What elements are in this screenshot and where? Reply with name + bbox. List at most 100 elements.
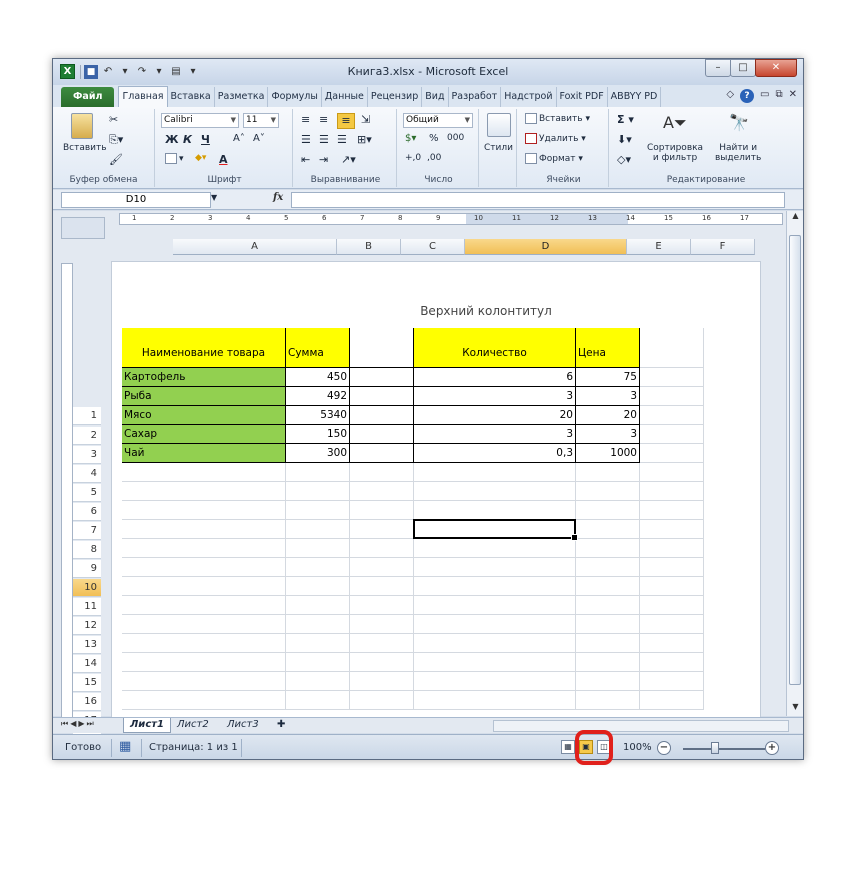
empty-cell[interactable]	[286, 558, 350, 577]
empty-cell[interactable]	[576, 577, 640, 596]
delete-cells-button[interactable]: Удалить ▾	[525, 133, 586, 144]
shrink-font-button[interactable]: A˅	[253, 133, 265, 144]
empty-cell[interactable]	[640, 691, 704, 710]
empty-cell[interactable]	[576, 653, 640, 672]
scroll-down-icon[interactable]: ▼	[787, 702, 803, 716]
empty-cell[interactable]	[640, 558, 704, 577]
align-center-icon[interactable]: ☰	[319, 133, 329, 146]
empty-cell[interactable]	[350, 482, 414, 501]
grow-font-button[interactable]: A˄	[233, 133, 245, 144]
table-cell[interactable]	[640, 425, 704, 444]
align-left-icon[interactable]: ☰	[301, 133, 311, 146]
merge-center-icon[interactable]: ⊞▾	[357, 133, 372, 146]
column-header-b[interactable]: B	[337, 239, 401, 255]
empty-cell[interactable]	[640, 463, 704, 482]
fill-color-button[interactable]: ◆▾	[195, 153, 206, 163]
table-cell[interactable]: 3	[414, 425, 576, 444]
sheet-tab-2[interactable]: Лист2	[171, 718, 215, 733]
empty-cell[interactable]	[350, 672, 414, 691]
row-header[interactable]: 6	[73, 503, 101, 521]
table-cell[interactable]	[350, 444, 414, 463]
tab-developer[interactable]: Разработ	[449, 87, 502, 107]
styles-button[interactable]: Стили	[484, 143, 513, 153]
increase-indent-icon[interactable]: ⇥	[319, 153, 328, 166]
normal-view-icon[interactable]: ▦	[561, 740, 575, 754]
empty-cell[interactable]	[122, 520, 286, 539]
table-header-cell[interactable]	[640, 328, 704, 368]
table-cell[interactable]: Рыба	[122, 387, 286, 406]
column-header-d[interactable]: D	[465, 239, 627, 255]
column-header-a[interactable]: A	[173, 239, 337, 255]
currency-icon[interactable]: $▾	[405, 133, 416, 144]
table-cell[interactable]: 20	[414, 406, 576, 425]
zoom-in-icon[interactable]: +	[765, 741, 779, 755]
sheet-tab-3[interactable]: Лист3	[221, 718, 265, 733]
empty-cell[interactable]	[576, 558, 640, 577]
format-cells-button[interactable]: Формат ▾	[525, 153, 583, 164]
sheet-tab-1[interactable]: Лист1	[123, 718, 171, 733]
name-box-dropdown-icon[interactable]: ▼	[211, 193, 217, 202]
table-header-cell[interactable]: Сумма	[286, 328, 350, 368]
table-cell[interactable]	[640, 368, 704, 387]
insert-function-button[interactable]: fx	[273, 192, 283, 203]
table-header-cell[interactable]	[350, 328, 414, 368]
row-header[interactable]: 12	[73, 617, 101, 635]
table-cell[interactable]: 492	[286, 387, 350, 406]
table-cell[interactable]: 0,3	[414, 444, 576, 463]
underline-button[interactable]: Ч	[201, 133, 210, 146]
table-cell[interactable]	[640, 444, 704, 463]
table-cell[interactable]: 150	[286, 425, 350, 444]
find-select-icon[interactable]: 🔭	[729, 113, 749, 132]
percent-button[interactable]: %	[429, 133, 439, 144]
sort-filter-icon[interactable]: A⏷	[663, 113, 687, 133]
table-cell[interactable]	[350, 406, 414, 425]
table-cell[interactable]: 1000	[576, 444, 640, 463]
fill-icon[interactable]: ⬇▾	[617, 133, 632, 146]
empty-cell[interactable]	[576, 596, 640, 615]
workbook-restore-icon[interactable]: ⧉	[775, 89, 782, 103]
select-all-corner[interactable]	[61, 217, 105, 239]
orientation-icon[interactable]: ↗▾	[341, 153, 356, 166]
cut-icon[interactable]: ✂	[109, 113, 118, 126]
thousands-button[interactable]: 000	[447, 133, 464, 143]
help-icon[interactable]: ?	[740, 89, 755, 103]
column-header-f[interactable]: F	[691, 239, 755, 255]
workbook-minimize-icon[interactable]: ▭	[760, 89, 769, 103]
empty-cell[interactable]	[414, 596, 576, 615]
table-cell[interactable]	[640, 387, 704, 406]
align-bottom-icon[interactable]: ≡	[337, 113, 355, 129]
horizontal-scrollbar[interactable]	[493, 720, 789, 732]
minimize-button[interactable]: –	[705, 59, 731, 77]
paste-button[interactable]: Вставить	[63, 143, 107, 153]
empty-cell[interactable]	[286, 691, 350, 710]
empty-cell[interactable]	[640, 482, 704, 501]
ribbon-collapse-icon[interactable]: ◇	[726, 89, 734, 103]
empty-cell[interactable]	[286, 501, 350, 520]
zoom-slider-thumb[interactable]	[711, 742, 719, 754]
empty-cell[interactable]	[350, 653, 414, 672]
empty-cell[interactable]	[122, 501, 286, 520]
empty-cell[interactable]	[122, 672, 286, 691]
table-cell[interactable]: 450	[286, 368, 350, 387]
macro-record-icon[interactable]: ▦	[119, 739, 131, 754]
row-header[interactable]: 16	[73, 693, 101, 711]
tab-formulas[interactable]: Формулы	[268, 87, 322, 107]
wrap-text-icon[interactable]: ⇲	[361, 113, 370, 126]
table-cell[interactable]: Сахар	[122, 425, 286, 444]
insert-sheet-icon[interactable]: ✚	[271, 718, 291, 733]
table-cell[interactable]: 3	[576, 425, 640, 444]
row-header[interactable]: 5	[73, 484, 101, 502]
tab-foxit-pdf[interactable]: Foxit PDF	[557, 87, 608, 107]
tab-review[interactable]: Рецензир	[368, 87, 423, 107]
table-cell[interactable]: Мясо	[122, 406, 286, 425]
row-header[interactable]: 7	[73, 522, 101, 540]
font-size-select[interactable]: 11 ▼	[243, 113, 279, 128]
close-button[interactable]: ✕	[755, 59, 797, 77]
table-cell[interactable]: 20	[576, 406, 640, 425]
align-right-icon[interactable]: ☰	[337, 133, 347, 146]
tab-addins[interactable]: Надстрой	[501, 87, 557, 107]
table-cell[interactable]: 3	[414, 387, 576, 406]
empty-cell[interactable]	[640, 672, 704, 691]
empty-cell[interactable]	[414, 482, 576, 501]
empty-cell[interactable]	[576, 539, 640, 558]
